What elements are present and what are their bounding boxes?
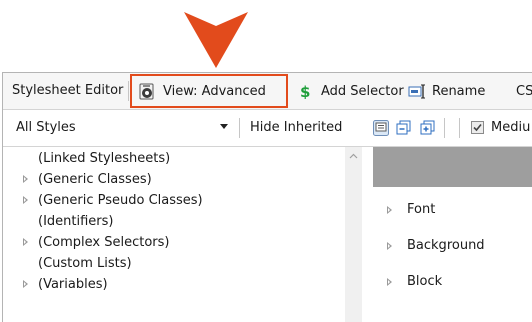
checkmark-icon (473, 123, 482, 132)
properties-panel: Font Background Block (373, 147, 532, 322)
tree-item-label: (Generic Pseudo Classes) (38, 193, 203, 208)
expand-all-icon[interactable] (420, 120, 436, 136)
callout-arrow-icon (184, 12, 248, 68)
tree-item[interactable]: (Generic Classes) (3, 169, 345, 190)
selector-tree: (Linked Stylesheets) (Generic Classes) (… (3, 147, 345, 322)
filter-separator (459, 118, 460, 138)
expand-triangle-icon[interactable] (387, 242, 392, 250)
tree-item-label: (Complex Selectors) (38, 235, 170, 250)
tree-item-label: (Linked Stylesheets) (38, 151, 171, 166)
tree-item-label: (Generic Classes) (38, 172, 152, 187)
toolbar: Stylesheet Editor View: Advanced $ Add S… (3, 73, 532, 110)
tree-item-label: (Custom Lists) (38, 256, 132, 271)
expand-triangle-icon[interactable] (23, 196, 28, 204)
css-label: CS (516, 83, 532, 99)
expand-triangle-icon[interactable] (23, 175, 28, 183)
tree-scrollbar[interactable] (345, 147, 362, 322)
tree-item[interactable]: (Custom Lists) (3, 253, 345, 274)
css-button[interactable]: CS (516, 73, 532, 109)
stylesheet-editor-window: Stylesheet Editor View: Advanced $ Add S… (2, 72, 532, 322)
editor-title: Stylesheet Editor (12, 83, 124, 98)
properties-header (373, 147, 532, 187)
tree-item[interactable]: (Identifiers) (3, 211, 345, 232)
expand-triangle-icon[interactable] (387, 278, 392, 286)
view-advanced-highlight (130, 74, 288, 108)
filter-separator (239, 118, 240, 138)
filter-bar: All Styles Hide Inherited Mediu (3, 110, 532, 147)
property-group-background[interactable]: Background (373, 236, 532, 256)
svg-text:$: $ (300, 83, 310, 99)
property-group-block[interactable]: Block (373, 272, 532, 292)
tree-item-label: (Variables) (38, 277, 108, 292)
property-group-label: Background (407, 238, 485, 253)
medium-checkbox[interactable] (471, 121, 484, 134)
comment-icon[interactable] (373, 120, 389, 136)
rename-label: Rename (432, 83, 486, 99)
rename-button[interactable]: Rename (408, 73, 485, 109)
tree-item[interactable]: (Generic Pseudo Classes) (3, 190, 345, 211)
add-selector-button[interactable]: $ Add Selector (299, 73, 404, 109)
toolbar-separator (128, 81, 129, 101)
add-selector-label: Add Selector (321, 83, 404, 99)
expand-triangle-icon[interactable] (23, 238, 28, 246)
tree-item-label: (Identifiers) (38, 214, 114, 229)
filter-separator (444, 118, 445, 138)
property-group-label: Block (407, 274, 443, 289)
tree-item[interactable]: (Linked Stylesheets) (3, 148, 345, 169)
scroll-up-icon[interactable] (349, 153, 358, 159)
tree-item[interactable]: (Variables) (3, 274, 345, 295)
property-group-label: Font (407, 202, 436, 217)
tree-item[interactable]: (Complex Selectors) (3, 232, 345, 253)
hide-inherited-button[interactable]: Hide Inherited (250, 120, 342, 135)
property-group-font[interactable]: Font (373, 200, 532, 220)
add-selector-icon: $ (300, 83, 310, 99)
expand-triangle-icon[interactable] (387, 206, 392, 214)
expand-triangle-icon[interactable] (23, 280, 28, 288)
rename-icon (408, 84, 425, 99)
styles-dropdown-value: All Styles (16, 120, 76, 135)
collapse-all-icon[interactable] (396, 120, 412, 136)
medium-label: Mediu (491, 120, 531, 135)
chevron-down-icon[interactable] (220, 124, 228, 129)
